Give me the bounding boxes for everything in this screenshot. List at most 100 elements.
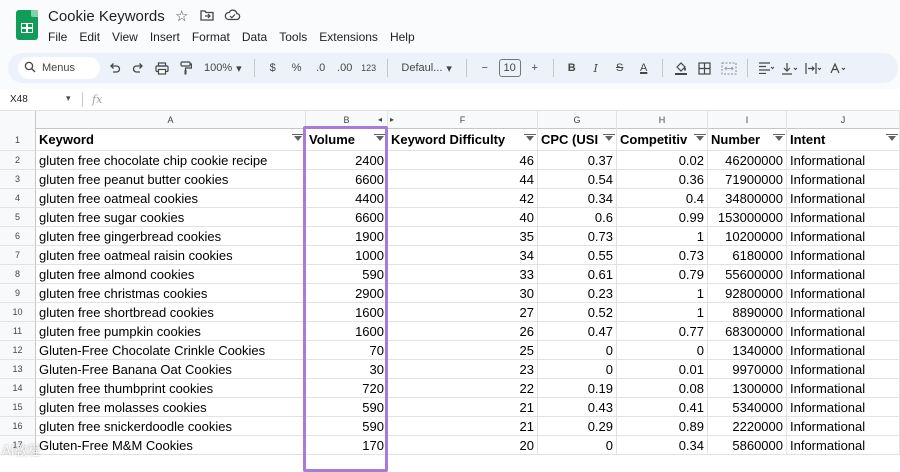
decrease-decimal-button[interactable]: .0 — [311, 57, 331, 79]
column-header-intent[interactable]: J — [787, 111, 900, 129]
move-to-folder-icon[interactable] — [199, 7, 215, 27]
column-header-keyword[interactable]: A — [36, 111, 306, 129]
font-size-input[interactable]: 10 — [498, 59, 521, 77]
cell-keyword[interactable]: gluten free almond cookies — [36, 265, 306, 284]
filter-icon[interactable] — [694, 134, 706, 141]
cell-cpc[interactable]: 0.37 — [538, 151, 617, 170]
cell-keyword[interactable]: gluten free pumpkin cookies — [36, 322, 306, 341]
currency-format-button[interactable]: $ — [263, 57, 283, 79]
undo-icon[interactable] — [104, 57, 124, 79]
cell-competition[interactable]: 0.01 — [617, 360, 708, 379]
cell-keyword-difficulty[interactable]: 21 — [388, 417, 538, 436]
more-formats-button[interactable]: 123 — [359, 57, 379, 79]
cell-keyword-difficulty[interactable]: 44 — [388, 170, 538, 189]
cell-keyword[interactable]: gluten free snickerdoodle cookies — [36, 417, 306, 436]
cell-number[interactable]: 153000000 — [708, 208, 787, 227]
row-header[interactable]: 13 — [0, 360, 36, 379]
cell-cpc[interactable]: 0 — [538, 341, 617, 360]
cell-keyword-difficulty[interactable]: 42 — [388, 189, 538, 208]
cell-competition[interactable]: 0.36 — [617, 170, 708, 189]
menu-view[interactable]: View — [106, 28, 144, 46]
document-title[interactable]: Cookie Keywords — [48, 8, 165, 25]
cell-competition[interactable]: 0.41 — [617, 398, 708, 417]
row-header[interactable]: 7 — [0, 246, 36, 265]
cell-intent[interactable]: Informational — [787, 417, 900, 436]
cell-keyword[interactable]: gluten free sugar cookies — [36, 208, 306, 227]
row-header[interactable]: 15 — [0, 398, 36, 417]
column-header-number[interactable]: I — [708, 111, 787, 129]
row-header[interactable]: 4 — [0, 189, 36, 208]
cell-competition[interactable]: 1 — [617, 227, 708, 246]
cell-number[interactable]: 9970000 — [708, 360, 787, 379]
cell-volume[interactable]: 30 — [306, 360, 388, 379]
cell-volume[interactable]: 70 — [306, 341, 388, 360]
cell-intent[interactable]: Informational — [787, 284, 900, 303]
header-cell-intent[interactable]: Intent — [787, 129, 900, 151]
row-header[interactable]: 10 — [0, 303, 36, 322]
cell-number[interactable]: 55600000 — [708, 265, 787, 284]
row-header[interactable]: 3 — [0, 170, 36, 189]
cell-competition[interactable]: 0.73 — [617, 246, 708, 265]
menu-insert[interactable]: Insert — [144, 28, 186, 46]
cell-cpc[interactable]: 0.54 — [538, 170, 617, 189]
cell-cpc[interactable]: 0.47 — [538, 322, 617, 341]
cell-keyword[interactable]: gluten free oatmeal cookies — [36, 189, 306, 208]
cell-competition[interactable]: 1 — [617, 303, 708, 322]
column-header-volume[interactable]: B — [306, 111, 388, 129]
row-header[interactable]: 12 — [0, 341, 36, 360]
menu-format[interactable]: Format — [186, 28, 236, 46]
menu-help[interactable]: Help — [384, 28, 421, 46]
filter-icon[interactable] — [603, 134, 615, 141]
merge-cells-icon[interactable] — [719, 57, 739, 79]
cell-intent[interactable]: Informational — [787, 379, 900, 398]
hidden-columns-left-arrow-icon[interactable]: ◂ — [378, 115, 382, 124]
row-header[interactable]: 9 — [0, 284, 36, 303]
cell-number[interactable]: 5340000 — [708, 398, 787, 417]
fill-color-icon[interactable] — [671, 57, 691, 79]
column-header-competition[interactable]: H — [617, 111, 708, 129]
decrease-font-size-button[interactable]: − — [475, 57, 495, 79]
redo-icon[interactable] — [128, 57, 148, 79]
cell-intent[interactable]: Informational — [787, 170, 900, 189]
filter-icon[interactable] — [773, 134, 785, 141]
cell-keyword[interactable]: Gluten-Free Banana Oat Cookies — [36, 360, 306, 379]
cell-keyword-difficulty[interactable]: 33 — [388, 265, 538, 284]
cell-keyword[interactable]: gluten free peanut butter cookies — [36, 170, 306, 189]
cell-number[interactable]: 1340000 — [708, 341, 787, 360]
cell-cpc[interactable]: 0.43 — [538, 398, 617, 417]
cloud-status-icon[interactable] — [224, 7, 241, 27]
cell-intent[interactable]: Informational — [787, 303, 900, 322]
column-header-keyword-difficulty[interactable]: F — [388, 111, 538, 129]
cell-volume[interactable]: 6600 — [306, 170, 388, 189]
cell-keyword-difficulty[interactable]: 46 — [388, 151, 538, 170]
percent-format-button[interactable]: % — [287, 57, 307, 79]
menu-edit[interactable]: Edit — [73, 28, 106, 46]
cell-competition[interactable]: 0.4 — [617, 189, 708, 208]
header-cell-number[interactable]: Number — [708, 129, 787, 151]
cell-volume[interactable]: 170 — [306, 436, 388, 455]
cell-competition[interactable]: 0 — [617, 341, 708, 360]
cell-volume[interactable]: 6600 — [306, 208, 388, 227]
header-cell-competition[interactable]: Competitiv — [617, 129, 708, 151]
cell-competition[interactable]: 0.99 — [617, 208, 708, 227]
star-icon[interactable]: ☆ — [175, 7, 188, 25]
bold-button[interactable]: B — [562, 57, 582, 79]
cell-keyword-difficulty[interactable]: 30 — [388, 284, 538, 303]
borders-icon[interactable] — [695, 57, 715, 79]
cell-keyword[interactable]: gluten free molasses cookies — [36, 398, 306, 417]
filter-icon[interactable] — [524, 134, 536, 141]
cell-intent[interactable]: Informational — [787, 322, 900, 341]
cell-keyword[interactable]: gluten free thumbprint cookies — [36, 379, 306, 398]
cell-cpc[interactable]: 0.23 — [538, 284, 617, 303]
cell-keyword-difficulty[interactable]: 21 — [388, 398, 538, 417]
cell-volume[interactable]: 4400 — [306, 189, 388, 208]
cell-keyword-difficulty[interactable]: 40 — [388, 208, 538, 227]
cell-keyword-difficulty[interactable]: 26 — [388, 322, 538, 341]
cell-number[interactable]: 6180000 — [708, 246, 787, 265]
cell-intent[interactable]: Informational — [787, 341, 900, 360]
cell-number[interactable]: 71900000 — [708, 170, 787, 189]
zoom-select[interactable]: 100% ▾ — [200, 57, 246, 79]
cell-intent[interactable]: Informational — [787, 246, 900, 265]
cell-cpc[interactable]: 0.29 — [538, 417, 617, 436]
cell-competition[interactable]: 0.02 — [617, 151, 708, 170]
